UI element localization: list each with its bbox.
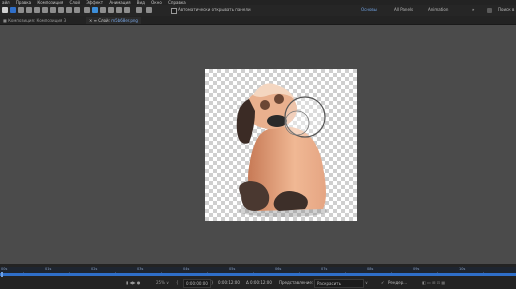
viewer-options-icons[interactable]: ▮ ◀▶ ●	[126, 279, 140, 286]
view-dropdown-value: Раскрасить	[317, 281, 341, 286]
duration: Δ 0:00:12:00	[246, 280, 272, 285]
workspace-animation[interactable]: Animation	[428, 7, 448, 13]
pan-behind-tool-icon[interactable]	[50, 7, 56, 13]
viewer-tab-bar: ■ Композиция: Композиция 3 × ≡ Слой: m5b…	[0, 16, 516, 25]
text-tool-icon[interactable]	[74, 7, 80, 13]
timeline-panel: 00s 01s 02s 03s 04s 05s 06s 07s 08s 09s …	[0, 264, 516, 289]
in-point-icon[interactable]: {	[176, 279, 179, 286]
clone-stamp-tool-icon[interactable]	[92, 7, 98, 13]
brush-tool-icon[interactable]	[84, 7, 90, 13]
tab-composition-label: Композиция: Композиция 3	[8, 18, 67, 23]
selection-tool-icon[interactable]	[10, 7, 16, 13]
ruler-label: 06s	[275, 267, 282, 271]
snapping-icon[interactable]	[146, 7, 152, 13]
eraser-tool-icon[interactable]	[100, 7, 106, 13]
puppet-tool-icon[interactable]	[116, 7, 122, 13]
ruler-label: 10s	[459, 267, 466, 271]
workspace-menu-icon[interactable]: »	[472, 7, 474, 13]
zoom-dropdown[interactable]: 25% ∨	[156, 279, 169, 286]
rectangle-tool-icon[interactable]	[58, 7, 64, 13]
view-dropdown[interactable]: Раскрасить	[314, 279, 364, 288]
search-icon[interactable]	[487, 8, 492, 13]
ruler-label: 07s	[321, 267, 328, 271]
rotate-tool-icon[interactable]	[34, 7, 40, 13]
workspace-all-panels[interactable]: All Panels	[394, 7, 413, 13]
auto-open-panels-checkbox[interactable]	[171, 8, 177, 14]
ruler-label: 05s	[229, 267, 236, 271]
work-area-bar[interactable]	[0, 273, 516, 276]
camera-tool-icon[interactable]	[42, 7, 48, 13]
ruler-label: 09s	[413, 267, 420, 271]
auto-open-panels-label: Автоматически открывать панели	[178, 7, 251, 12]
hand-tool-icon[interactable]	[18, 7, 24, 13]
ruler-label: 04s	[183, 267, 190, 271]
out-point-icon[interactable]: }	[211, 279, 214, 286]
ruler-label: 01s	[45, 267, 52, 271]
close-icon[interactable]: × ≡	[89, 18, 98, 23]
ruler-label: 02s	[91, 267, 98, 271]
ruler-label: 03s	[137, 267, 144, 271]
layer-viewer[interactable]	[0, 25, 516, 264]
playhead[interactable]	[1, 272, 3, 277]
tab-layer-prefix: Слой:	[98, 18, 112, 23]
out-time[interactable]: 0:00:12:00	[218, 279, 240, 286]
transparency-canvas[interactable]	[205, 69, 357, 221]
home-icon[interactable]	[2, 7, 8, 13]
zoom-tool-icon[interactable]	[26, 7, 32, 13]
tab-layer[interactable]: × ≡ Слой: m5b68er.png	[86, 17, 141, 24]
render-label: Рендер...	[388, 280, 408, 285]
render-checkbox[interactable]: ✓	[381, 279, 384, 286]
grid-icon[interactable]: ◧ ▭ ⊞ ⊡ ▦	[422, 279, 445, 286]
dog-image	[236, 83, 327, 217]
chevron-down-icon[interactable]: ∨	[365, 279, 368, 286]
workspace-basics[interactable]: Основы	[361, 7, 377, 13]
view-label: Представление:	[279, 280, 314, 285]
puppet-pin-tool-icon[interactable]	[124, 7, 130, 13]
pin-tool-icon[interactable]	[136, 7, 142, 13]
tab-layer-file: m5b68er.png	[111, 18, 138, 23]
ruler-label: 08s	[367, 267, 374, 271]
current-time[interactable]: 0:00:00:00	[183, 279, 211, 288]
tab-composition[interactable]: ■ Композиция: Композиция 3	[0, 17, 69, 24]
roto-brush-tool-icon[interactable]	[108, 7, 114, 13]
search-label: Поиск в	[498, 7, 515, 12]
pen-tool-icon[interactable]	[66, 7, 72, 13]
